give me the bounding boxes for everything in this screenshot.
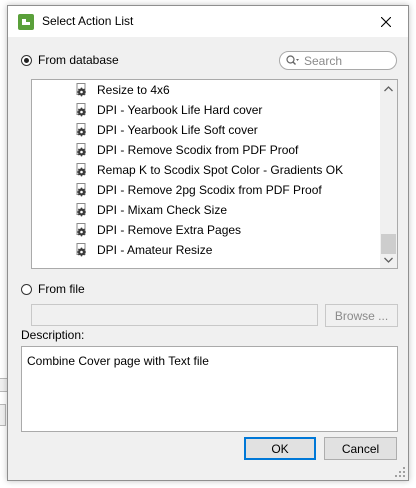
list-item[interactable]: DPI - Remove Scodix from PDF Proof: [32, 140, 382, 160]
background-control: [0, 404, 6, 426]
list-item-label: DPI - Remove Extra Pages: [97, 223, 242, 237]
list-item-label: Remap K to Scodix Spot Color - Gradients…: [97, 163, 344, 177]
chevron-up-icon: [384, 85, 393, 91]
app-icon: [18, 14, 34, 30]
chevron-down-icon: [384, 257, 393, 263]
gear-icon: [76, 203, 88, 217]
title-bar: Select Action List: [8, 6, 408, 37]
file-path-field: [31, 304, 318, 326]
description-text: Combine Cover page with Text file: [27, 354, 209, 368]
gear-icon: [76, 123, 88, 137]
browse-button[interactable]: Browse ...: [325, 304, 398, 327]
list-item-label: Resize to 4x6: [97, 83, 170, 97]
search-icon: [286, 55, 299, 65]
window-title: Select Action List: [42, 14, 134, 28]
gear-icon: [76, 223, 88, 237]
close-button[interactable]: [364, 6, 408, 37]
list-item-label: DPI - Yearbook Life Hard cover: [97, 103, 263, 117]
from-database-radio[interactable]: [21, 55, 32, 66]
gear-icon: [76, 103, 88, 117]
action-list[interactable]: Resize to 4x6 DPI - Yearbook Life Hard co…: [31, 79, 398, 269]
description-label: Description:: [21, 328, 85, 342]
list-item-label: DPI - Remove 2pg Scodix from PDF Proof: [97, 183, 322, 197]
scroll-down-button[interactable]: [380, 251, 397, 268]
description-box: Combine Cover page with Text file: [21, 346, 398, 432]
from-database-label: From database: [38, 53, 119, 67]
list-item[interactable]: Resize to 4x6: [32, 80, 382, 100]
close-icon: [381, 16, 391, 27]
list-item[interactable]: DPI - Yearbook Life Hard cover: [32, 100, 382, 120]
select-action-list-dialog: Select Action List From database Search …: [7, 5, 409, 481]
scroll-up-button[interactable]: [380, 80, 397, 97]
resize-grip-icon[interactable]: [395, 467, 405, 477]
from-file-label: From file: [38, 282, 85, 296]
list-item[interactable]: DPI - Mixam Check Size: [32, 200, 382, 220]
list-item-label: DPI - Amateur Resize: [97, 243, 213, 257]
ok-button[interactable]: OK: [244, 437, 316, 460]
gear-icon: [76, 243, 88, 257]
from-file-radio[interactable]: [21, 284, 32, 295]
list-item[interactable]: DPI - Remove Extra Pages: [32, 220, 382, 240]
gear-icon: [76, 163, 88, 177]
list-item[interactable]: Remap K to Scodix Spot Color - Gradients…: [32, 160, 382, 180]
list-item[interactable]: DPI - Remove 2pg Scodix from PDF Proof: [32, 180, 382, 200]
list-item-label: DPI - Mixam Check Size: [97, 203, 228, 217]
gear-icon: [76, 183, 88, 197]
vertical-scrollbar[interactable]: [380, 80, 397, 268]
search-input[interactable]: Search: [279, 51, 397, 70]
list-item[interactable]: DPI - Yearbook Life Soft cover: [32, 120, 382, 140]
dialog-body: From database Search Resize to 4x6 DPI - …: [8, 37, 408, 480]
list-item-label: DPI - Remove Scodix from PDF Proof: [97, 143, 299, 157]
cancel-button[interactable]: Cancel: [324, 437, 397, 460]
gear-icon: [76, 83, 88, 97]
gear-icon: [76, 143, 88, 157]
list-item-label: DPI - Yearbook Life Soft cover: [97, 123, 258, 137]
search-placeholder: Search: [304, 54, 343, 68]
list-item[interactable]: DPI - Amateur Resize: [32, 240, 382, 260]
